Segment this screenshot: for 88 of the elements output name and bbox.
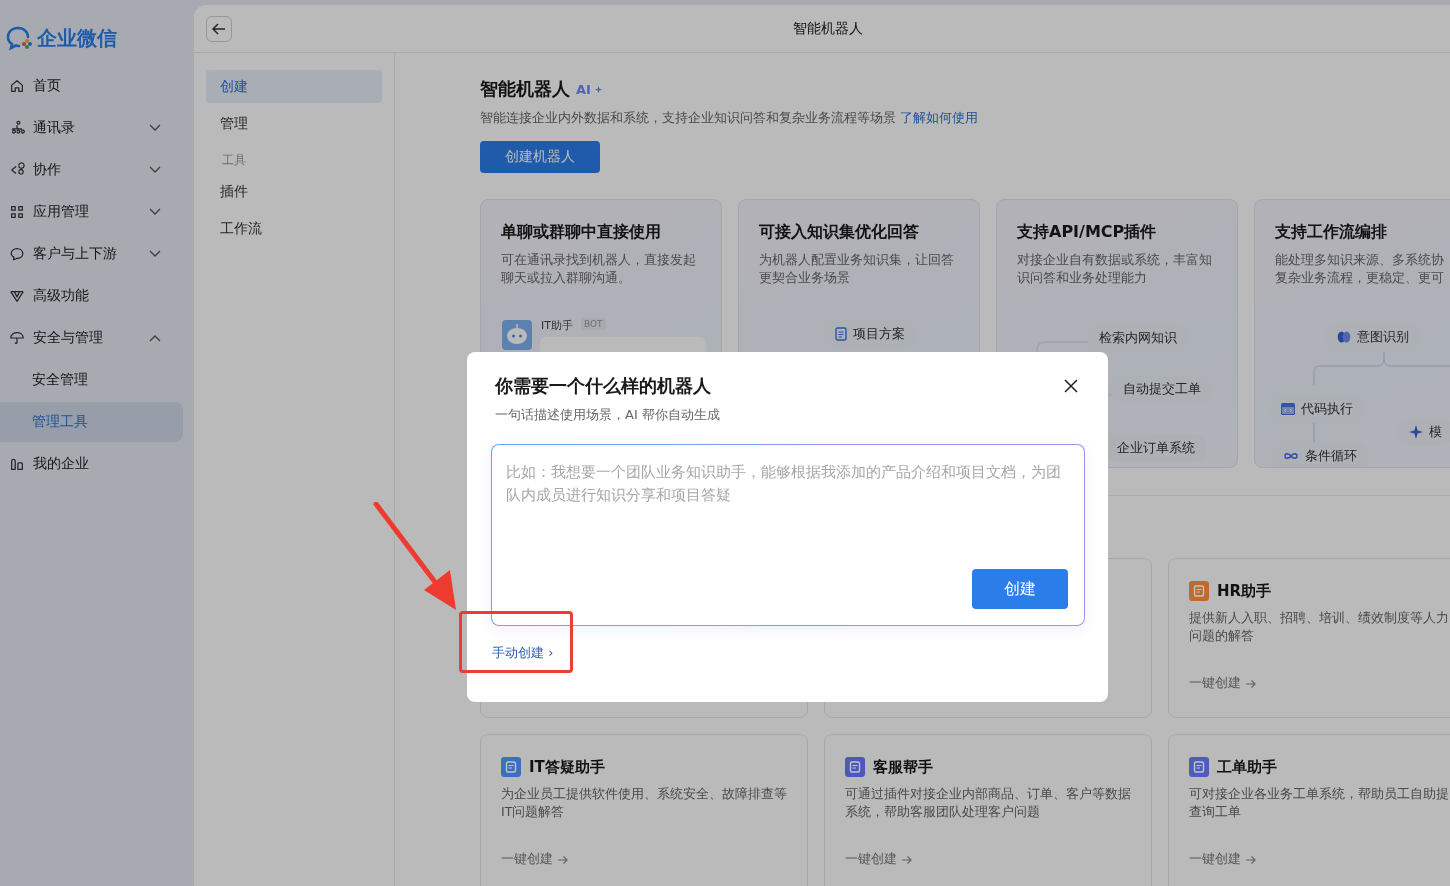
- one-click-create-link[interactable]: 一键创建: [1189, 851, 1257, 868]
- template-description: 可对接企业各业务工单系统，帮助员工自助提 查询工单: [1189, 785, 1449, 821]
- section-title: 智能机器人: [480, 77, 570, 101]
- sidebar-icon: [9, 78, 25, 94]
- bot-tag: BOT: [581, 318, 606, 330]
- nav-item[interactable]: 插件: [206, 175, 382, 208]
- robot-avatar-icon: [502, 320, 532, 350]
- brain-icon: [1337, 330, 1351, 344]
- sidebar-icon: [9, 288, 25, 304]
- feature-description: 为机器人配置业务知识集，让回答 更契合业务场景: [759, 251, 955, 287]
- template-icon: [501, 757, 521, 777]
- close-icon: [1064, 379, 1078, 393]
- sidebar-icon: [9, 162, 25, 178]
- template-icon: [1189, 581, 1209, 601]
- template-icon: [1189, 757, 1209, 777]
- sidebar-item[interactable]: 我的企业: [0, 444, 183, 484]
- chip-label: 检索内网知识: [1099, 329, 1177, 347]
- sidebar-icon: [9, 120, 25, 136]
- feature-title: 支持工作流编排: [1275, 222, 1388, 243]
- template-description: 可通过插件对接企业内部商品、订单、客户等数据 系统，帮助客服团队处理客户问题: [845, 785, 1131, 821]
- template-card[interactable]: HR助手 提供新人入职、招聘、培训、绩效制度等人力 问题的解答 一键创建: [1168, 558, 1450, 718]
- dialog-title: 你需要一个什么样的机器人: [495, 374, 711, 398]
- chip-label: 模: [1429, 423, 1442, 441]
- template-description: 提供新人入职、招聘、培训、绩效制度等人力 问题的解答: [1189, 609, 1449, 645]
- back-arrow-icon: [212, 22, 226, 35]
- logo-icon: [6, 25, 34, 51]
- sidebar-icon: [9, 330, 25, 346]
- learn-more-link[interactable]: 了解如何使用: [900, 110, 979, 125]
- feature-description: 可在通讯录找到机器人，直接发起 聊天或拉入群聊沟通。: [501, 251, 697, 287]
- template-card[interactable]: IT答疑助手 为企业员工提供软件使用、系统安全、故障排查等 IT问题解答 一键创建: [480, 734, 808, 886]
- template-title: HR助手: [1217, 581, 1272, 601]
- arrow-right-icon: [901, 854, 913, 865]
- sidebar-item[interactable]: 客户与上下游: [0, 234, 183, 274]
- one-click-create-link[interactable]: 一键创建: [845, 851, 913, 868]
- arrow-right-icon: [1245, 678, 1257, 689]
- chip-label: 项目方案: [853, 325, 905, 343]
- sparkle-icon: [1409, 425, 1423, 439]
- bot-name: IT助手: [541, 318, 573, 333]
- nav-section-label: 工具: [221, 152, 247, 169]
- feature-title: 单聊或群聊中直接使用: [501, 222, 662, 243]
- sidebar-icon: [9, 246, 25, 262]
- back-button[interactable]: [206, 15, 232, 42]
- feature-title: 可接入知识集优化回答: [759, 222, 920, 243]
- template-card[interactable]: 客服帮手 可通过插件对接企业内部商品、订单、客户等数据 系统，帮助客服团队处理客户问题 一键创建: [824, 734, 1152, 886]
- chip-label: 条件循环: [1305, 447, 1357, 465]
- arrow-right-icon: [1245, 854, 1257, 865]
- chip-label: 企业订单系统: [1117, 439, 1195, 457]
- section-description: 智能连接企业内外数据和系统，支持企业知识问答和复杂业务流程等场景 了解如何使用: [480, 109, 980, 127]
- sidebar-item[interactable]: 安全与管理: [0, 318, 183, 358]
- sidebar-icon: [9, 456, 25, 472]
- infinity-icon: [1283, 451, 1299, 461]
- ai-label: AI: [576, 81, 591, 97]
- sidebar-item[interactable]: 高级功能: [0, 276, 183, 316]
- manual-create-link[interactable]: 手动创建 ›: [492, 644, 554, 662]
- sidebar-icon: [9, 204, 25, 220]
- template-card[interactable]: 工单助手 可对接企业各业务工单系统，帮助员工自助提 查询工单 一键创建: [1168, 734, 1450, 886]
- template-title: 客服帮手: [873, 757, 933, 777]
- sparkle-icon: [594, 85, 602, 93]
- create-bot-button[interactable]: 创建机器人: [480, 141, 600, 173]
- nav-item[interactable]: 创建: [206, 70, 382, 103]
- code-window-icon: [1281, 403, 1295, 415]
- template-title: 工单助手: [1217, 757, 1277, 777]
- dialog-subtitle: 一句话描述使用场景，AI 帮你自动生成: [495, 406, 721, 424]
- one-click-create-link[interactable]: 一键创建: [501, 851, 569, 868]
- sidebar-item[interactable]: 通讯录: [0, 108, 183, 148]
- chip-label: 代码执行: [1301, 400, 1353, 418]
- chip-label: 意图识别: [1357, 328, 1409, 346]
- sidebar-item[interactable]: 安全管理: [0, 360, 183, 400]
- close-button[interactable]: [1064, 379, 1078, 393]
- page-title: 智能机器人: [793, 19, 863, 38]
- chip-label: 自动提交工单: [1123, 380, 1201, 398]
- feature-description: 能处理多知识来源、多系统协 复杂业务流程，更稳定、更可: [1275, 251, 1445, 287]
- create-button[interactable]: 创建: [972, 569, 1068, 609]
- template-description: 为企业员工提供软件使用、系统安全、故障排查等 IT问题解答: [501, 785, 787, 821]
- prompt-field[interactable]: 比如：我想要一个团队业务知识助手，能够根据我添加的产品介绍和项目文档，为团队内成员进行知识分享和项目答疑 创建: [491, 444, 1085, 626]
- feature-title: 支持API/MCP插件: [1017, 222, 1158, 243]
- nav-item[interactable]: 工作流: [206, 212, 382, 245]
- nav-item[interactable]: 管理: [206, 107, 382, 140]
- sidebar-item[interactable]: 协作: [0, 150, 183, 190]
- feature-description: 对接企业自有数据或系统，丰富知 识问答和业务处理能力: [1017, 251, 1213, 287]
- document-icon: [835, 327, 847, 341]
- logo-text: 企业微信: [37, 24, 117, 52]
- template-icon: [845, 757, 865, 777]
- arrow-right-icon: [557, 854, 569, 865]
- template-title: IT答疑助手: [529, 757, 605, 777]
- one-click-create-link[interactable]: 一键创建: [1189, 675, 1257, 692]
- sidebar-item[interactable]: 首页: [0, 66, 183, 106]
- sidebar-item[interactable]: 应用管理: [0, 192, 183, 232]
